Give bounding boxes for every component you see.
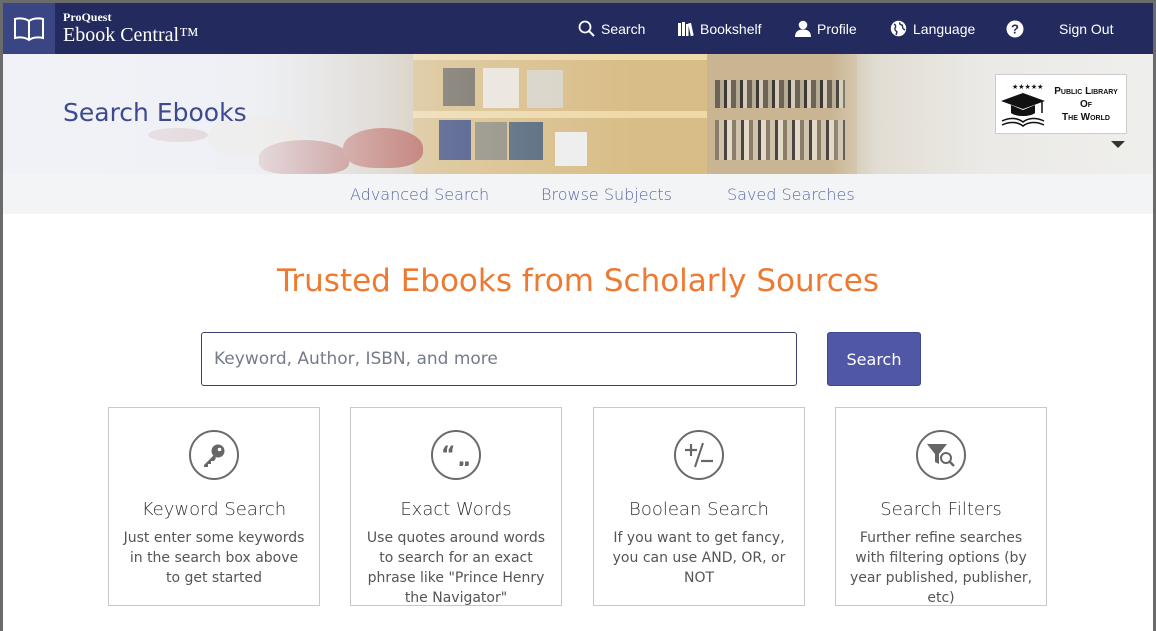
boolean-search-card[interactable]: Boolean Search If you want to get fancy,… — [593, 407, 805, 606]
bookshelf-icon — [678, 21, 694, 36]
filter-search-icon — [916, 430, 966, 480]
nav-bookshelf-label: Bookshelf — [700, 20, 762, 37]
nav-language-label: Language — [913, 20, 976, 37]
card-description: If you want to get fancy, you can use AN… — [612, 530, 786, 586]
brand[interactable]: ProQuest Ebook Central™ — [63, 11, 199, 45]
signout-label: Sign Out — [1059, 20, 1114, 37]
card-description: Use quotes around words to search for an… — [366, 530, 546, 606]
graduation-cap-icon: ★★★★★ — [1001, 83, 1045, 127]
top-navbar: ProQuest Ebook Central™ Search Bookshelf… — [3, 3, 1153, 54]
signout-link[interactable]: Sign Out — [1059, 3, 1113, 54]
profile-icon — [795, 20, 811, 37]
svg-text:?: ? — [1011, 21, 1019, 36]
library-dropdown-caret-icon[interactable] — [1111, 141, 1125, 148]
library-name-line3: The World — [1062, 112, 1110, 123]
plus-minus-icon — [674, 430, 724, 480]
nav-search[interactable]: Search — [578, 3, 645, 54]
app-window: ProQuest Ebook Central™ Search Bookshelf… — [3, 3, 1153, 631]
brand-top-label: ProQuest — [63, 10, 112, 24]
quotes-icon: “„ — [431, 430, 481, 480]
svg-text:„: „ — [457, 447, 471, 466]
headline: Trusted Ebooks from Scholarly Sources — [277, 263, 879, 299]
card-description: Further refine searches with filtering o… — [849, 530, 1033, 606]
library-badge-text: Public Library Of The World — [1046, 85, 1126, 124]
card-description: Just enter some keywords in the search b… — [123, 530, 305, 586]
key-icon — [189, 430, 239, 480]
search-icon — [578, 20, 595, 37]
search-input[interactable] — [201, 332, 797, 386]
advanced-search-link[interactable]: Advanced Search — [350, 185, 489, 204]
sub-navigation: Advanced Search Browse Subjects Saved Se… — [3, 174, 1153, 214]
nav-profile-label: Profile — [817, 20, 857, 37]
brand-name: Ebook Central™ — [63, 24, 199, 46]
card-title: Boolean Search — [629, 499, 769, 520]
library-name-line2: Of — [1079, 99, 1093, 110]
page-title: Search Ebooks — [63, 98, 247, 127]
svg-text:★★★★★: ★★★★★ — [1012, 83, 1043, 91]
nav-language[interactable]: Language — [890, 3, 975, 54]
globe-icon — [890, 20, 907, 37]
nav-search-label: Search — [601, 20, 646, 37]
exact-words-card[interactable]: “„ Exact Words Use quotes around words t… — [350, 407, 562, 606]
saved-searches-link[interactable]: Saved Searches — [727, 185, 855, 204]
help-icon[interactable]: ? — [1006, 3, 1024, 54]
library-badge[interactable]: ★★★★★ Public Library Of The World — [995, 74, 1127, 134]
nav-bookshelf[interactable]: Bookshelf — [678, 3, 761, 54]
nav-profile[interactable]: Profile — [795, 3, 857, 54]
card-title: Exact Words — [400, 499, 512, 520]
search-filters-card[interactable]: Search Filters Further refine searches w… — [835, 407, 1047, 606]
search-button[interactable]: Search — [827, 332, 921, 386]
library-name-line1: Public Library — [1054, 86, 1118, 97]
card-title: Search Filters — [880, 499, 1002, 520]
svg-text:“: “ — [441, 444, 455, 466]
hero-banner: Search Ebooks ★★★★★ Public Library Of Th… — [3, 54, 1153, 174]
card-title: Keyword Search — [141, 499, 287, 520]
browse-subjects-link[interactable]: Browse Subjects — [541, 185, 672, 204]
keyword-search-card[interactable]: Keyword Search Just enter some keywords … — [108, 407, 320, 606]
book-logo-icon[interactable] — [3, 3, 55, 54]
